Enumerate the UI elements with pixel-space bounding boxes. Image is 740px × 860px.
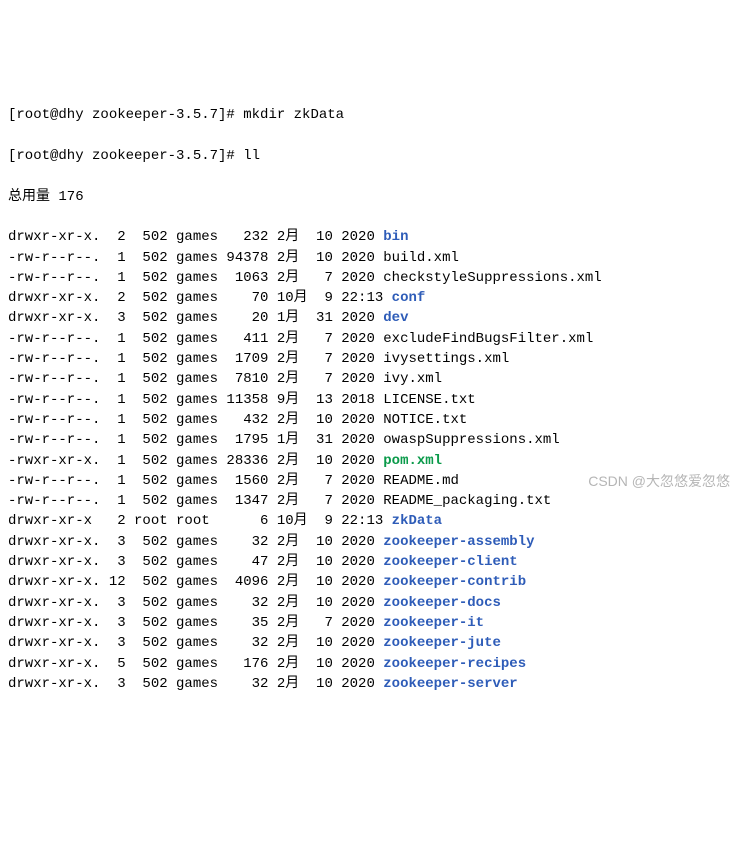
list-item: -rwxr-xr-x. 1 502 games 28336 2月 10 2020… <box>8 451 732 471</box>
file-name: zkData <box>392 513 442 529</box>
file-name: dev <box>383 310 408 326</box>
list-item: drwxr-xr-x. 12 502 games 4096 2月 10 2020… <box>8 572 732 592</box>
command-text: mkdir zkData <box>243 107 344 123</box>
list-item: drwxr-xr-x. 3 502 games 32 2月 10 2020 zo… <box>8 633 732 653</box>
prompt-line-1: [root@dhy zookeeper-3.5.7]# mkdir zkData <box>8 105 732 125</box>
file-meta: -rw-r--r--. 1 502 games 411 2月 7 2020 <box>8 331 383 347</box>
list-item: drwxr-xr-x 2 root root 6 10月 9 22:13 zkD… <box>8 511 732 531</box>
file-name: build.xml <box>383 250 459 266</box>
file-name: zookeeper-assembly <box>383 534 534 550</box>
file-name: zookeeper-client <box>383 554 517 570</box>
file-meta: -rw-r--r--. 1 502 games 1709 2月 7 2020 <box>8 351 383 367</box>
list-item: drwxr-xr-x. 3 502 games 47 2月 10 2020 zo… <box>8 552 732 572</box>
file-meta: drwxr-xr-x. 5 502 games 176 2月 10 2020 <box>8 656 383 672</box>
file-meta: drwxr-xr-x. 2 502 games 232 2月 10 2020 <box>8 229 383 245</box>
file-name: owaspSuppressions.xml <box>383 432 559 448</box>
file-name: checkstyleSuppressions.xml <box>383 270 601 286</box>
file-name: excludeFindBugsFilter.xml <box>383 331 593 347</box>
file-meta: drwxr-xr-x 2 root root 6 10月 9 22:13 <box>8 513 392 529</box>
prompt-prefix: [root@dhy zookeeper-3.5.7]# <box>8 148 235 164</box>
list-item: drwxr-xr-x. 3 502 games 32 2月 10 2020 zo… <box>8 593 732 613</box>
file-name: zookeeper-recipes <box>383 656 526 672</box>
list-item: -rw-r--r--. 1 502 games 1795 1月 31 2020 … <box>8 430 732 450</box>
list-item: drwxr-xr-x. 3 502 games 35 2月 7 2020 zoo… <box>8 613 732 633</box>
file-meta: drwxr-xr-x. 3 502 games 32 2月 10 2020 <box>8 595 383 611</box>
command-text: ll <box>243 148 260 164</box>
file-name: NOTICE.txt <box>383 412 467 428</box>
file-meta: drwxr-xr-x. 3 502 games 20 1月 31 2020 <box>8 310 383 326</box>
list-item: drwxr-xr-x. 3 502 games 32 2月 10 2020 zo… <box>8 674 732 694</box>
file-meta: drwxr-xr-x. 3 502 games 35 2月 7 2020 <box>8 615 383 631</box>
terminal-output[interactable]: [root@dhy zookeeper-3.5.7]# mkdir zkData… <box>8 85 732 714</box>
list-item: drwxr-xr-x. 3 502 games 32 2月 10 2020 zo… <box>8 532 732 552</box>
file-meta: -rw-r--r--. 1 502 games 1560 2月 7 2020 <box>8 473 383 489</box>
file-name: bin <box>383 229 408 245</box>
file-meta: drwxr-xr-x. 3 502 games 32 2月 10 2020 <box>8 676 383 692</box>
prompt-prefix: [root@dhy zookeeper-3.5.7]# <box>8 107 235 123</box>
file-meta: -rwxr-xr-x. 1 502 games 28336 2月 10 2020 <box>8 453 383 469</box>
file-meta: drwxr-xr-x. 2 502 games 70 10月 9 22:13 <box>8 290 392 306</box>
file-meta: -rw-r--r--. 1 502 games 1347 2月 7 2020 <box>8 493 383 509</box>
file-name: ivy.xml <box>383 371 442 387</box>
file-meta: -rw-r--r--. 1 502 games 432 2月 10 2020 <box>8 412 383 428</box>
list-item: drwxr-xr-x. 5 502 games 176 2月 10 2020 z… <box>8 654 732 674</box>
file-meta: -rw-r--r--. 1 502 games 11358 9月 13 2018 <box>8 392 383 408</box>
list-item: -rw-r--r--. 1 502 games 11358 9月 13 2018… <box>8 390 732 410</box>
file-meta: -rw-r--r--. 1 502 games 94378 2月 10 2020 <box>8 250 383 266</box>
list-item: drwxr-xr-x. 2 502 games 232 2月 10 2020 b… <box>8 227 732 247</box>
file-name: zookeeper-docs <box>383 595 501 611</box>
total-line: 总用量 176 <box>8 187 732 207</box>
list-item: -rw-r--r--. 1 502 games 7810 2月 7 2020 i… <box>8 369 732 389</box>
file-meta: -rw-r--r--. 1 502 games 7810 2月 7 2020 <box>8 371 383 387</box>
list-item: -rw-r--r--. 1 502 games 1347 2月 7 2020 R… <box>8 491 732 511</box>
list-item: -rw-r--r--. 1 502 games 411 2月 7 2020 ex… <box>8 329 732 349</box>
file-listing: drwxr-xr-x. 2 502 games 232 2月 10 2020 b… <box>8 227 732 694</box>
file-name: zookeeper-contrib <box>383 574 526 590</box>
list-item: -rw-r--r--. 1 502 games 1709 2月 7 2020 i… <box>8 349 732 369</box>
file-meta: drwxr-xr-x. 3 502 games 47 2月 10 2020 <box>8 554 383 570</box>
list-item: -rw-r--r--. 1 502 games 94378 2月 10 2020… <box>8 248 732 268</box>
prompt-line-2: [root@dhy zookeeper-3.5.7]# ll <box>8 146 732 166</box>
file-meta: -rw-r--r--. 1 502 games 1795 1月 31 2020 <box>8 432 383 448</box>
file-name: README_packaging.txt <box>383 493 551 509</box>
file-name: zookeeper-jute <box>383 635 501 651</box>
file-meta: drwxr-xr-x. 3 502 games 32 2月 10 2020 <box>8 534 383 550</box>
file-name: LICENSE.txt <box>383 392 475 408</box>
list-item: -rw-r--r--. 1 502 games 432 2月 10 2020 N… <box>8 410 732 430</box>
file-meta: drwxr-xr-x. 12 502 games 4096 2月 10 2020 <box>8 574 383 590</box>
file-name: zookeeper-server <box>383 676 517 692</box>
list-item: drwxr-xr-x. 3 502 games 20 1月 31 2020 de… <box>8 308 732 328</box>
file-name: zookeeper-it <box>383 615 484 631</box>
file-name: conf <box>392 290 426 306</box>
list-item: -rw-r--r--. 1 502 games 1560 2月 7 2020 R… <box>8 471 732 491</box>
list-item: drwxr-xr-x. 2 502 games 70 10月 9 22:13 c… <box>8 288 732 308</box>
file-meta: -rw-r--r--. 1 502 games 1063 2月 7 2020 <box>8 270 383 286</box>
list-item: -rw-r--r--. 1 502 games 1063 2月 7 2020 c… <box>8 268 732 288</box>
file-name: pom.xml <box>383 453 442 469</box>
file-meta: drwxr-xr-x. 3 502 games 32 2月 10 2020 <box>8 635 383 651</box>
file-name: ivysettings.xml <box>383 351 509 367</box>
file-name: README.md <box>383 473 459 489</box>
